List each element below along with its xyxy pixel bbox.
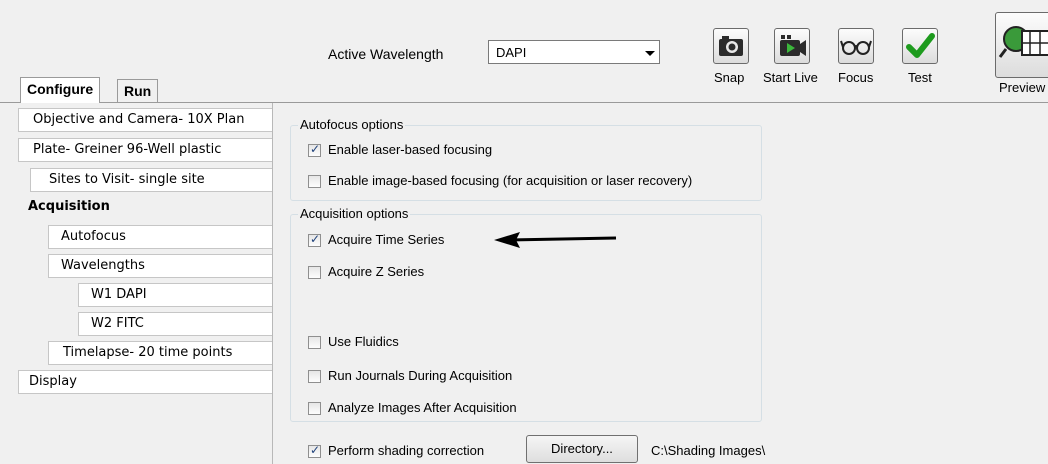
directory-button[interactable]: Directory... (526, 435, 638, 463)
image-focus-label: Enable image-based focusing (for acquisi… (328, 173, 693, 188)
start-live-label: Start Live (763, 70, 818, 85)
active-wavelength-select[interactable]: DAPI (488, 40, 660, 64)
journals-label: Run Journals During Acquisition (328, 368, 513, 383)
focus-label: Focus (838, 70, 874, 85)
nav-timelapse[interactable]: Timelapse- 20 time points (48, 341, 272, 365)
nav-w2-fitc[interactable]: W2 FITC (78, 312, 272, 336)
journals-checkbox[interactable] (308, 370, 321, 383)
autofocus-options-group (290, 125, 762, 201)
preview-plate-icon (998, 26, 1048, 58)
nav-acquisition[interactable]: Acquisition (18, 196, 272, 220)
preview-button[interactable] (995, 12, 1048, 78)
active-wavelength-label: Active Wavelength (328, 46, 444, 62)
acquisition-options-title: Acquisition options (298, 206, 411, 221)
laser-focus-label: Enable laser-based focusing (328, 142, 493, 157)
z-series-checkbox[interactable] (308, 266, 321, 279)
shading-path: C:\Shading Images\ (651, 443, 766, 458)
snap-label: Snap (714, 70, 745, 85)
camera-icon (719, 36, 743, 56)
fluidics-label: Use Fluidics (328, 334, 399, 349)
analyze-label: Analyze Images After Acquisition (328, 400, 517, 415)
tab-run[interactable]: Run (117, 79, 159, 103)
autofocus-options-title: Autofocus options (298, 117, 406, 132)
start-live-button[interactable] (774, 28, 810, 64)
glasses-icon (840, 40, 872, 55)
time-series-checkbox[interactable] (308, 232, 321, 247)
arrow-left-icon (494, 232, 617, 248)
preview-label: Preview (999, 80, 1046, 95)
laser-focus-checkbox[interactable] (308, 142, 321, 157)
nav-sites-to-visit[interactable]: Sites to Visit- single site (30, 168, 272, 192)
image-focus-checkbox[interactable] (308, 175, 321, 188)
fluidics-checkbox[interactable] (308, 336, 321, 349)
analyze-checkbox[interactable] (308, 402, 321, 415)
test-label: Test (908, 70, 932, 85)
nav-divider (272, 102, 273, 464)
nav-display[interactable]: Display (18, 370, 272, 394)
snap-button[interactable] (713, 28, 749, 64)
tab-configure[interactable]: Configure (20, 77, 101, 103)
time-series-label: Acquire Time Series (328, 232, 445, 247)
shading-checkbox[interactable] (308, 443, 321, 458)
checkmark-icon (906, 33, 935, 58)
video-camera-icon (780, 35, 806, 56)
nav-objective-camera[interactable]: Objective and Camera- 10X Plan (18, 108, 272, 132)
shading-label: Perform shading correction (328, 443, 485, 458)
z-series-label: Acquire Z Series (328, 264, 425, 279)
test-button[interactable] (902, 28, 938, 64)
nav-w1-dapi[interactable]: W1 DAPI (78, 283, 272, 307)
nav-wavelengths[interactable]: Wavelengths (48, 254, 272, 278)
dropdown-arrow-icon (645, 51, 655, 56)
tab-bar-line (0, 102, 1048, 103)
nav-plate[interactable]: Plate- Greiner 96-Well plastic (18, 138, 272, 162)
nav-autofocus[interactable]: Autofocus (48, 225, 272, 249)
active-wavelength-value: DAPI (496, 45, 527, 60)
focus-button[interactable] (838, 28, 874, 64)
